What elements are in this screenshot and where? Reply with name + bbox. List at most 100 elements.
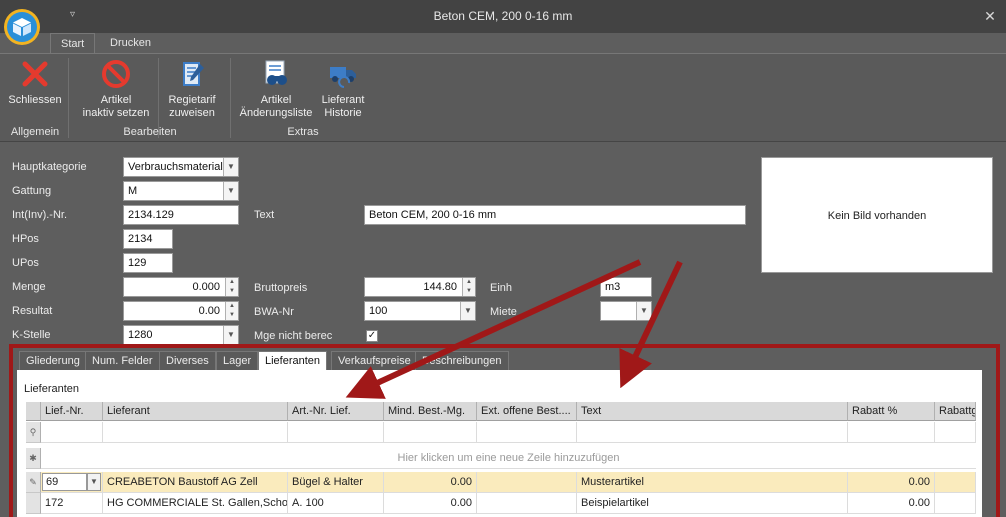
- table-row-cell[interactable]: 0.00: [384, 493, 477, 514]
- table-row-cell[interactable]: Beispielartikel: [577, 493, 848, 514]
- table-row-cell[interactable]: 69 ▼: [41, 472, 103, 493]
- ribbon-group-allgemein: Allgemein: [10, 126, 60, 138]
- table-row-cell[interactable]: [935, 493, 976, 514]
- chevron-down-icon[interactable]: ▼: [223, 158, 238, 176]
- einh-label: Einh: [490, 282, 513, 294]
- menge-field[interactable]: 0.000 ▲ ▼: [123, 277, 239, 297]
- ribbon-tab-start[interactable]: Start: [50, 33, 96, 53]
- tab-num-felder[interactable]: Num. Felder: [85, 351, 160, 371]
- table-row-cell[interactable]: HG COMMERCIALE St. Gallen,Scho: [103, 493, 288, 514]
- table-row-cell[interactable]: 0.00: [848, 472, 935, 493]
- table-row-cell[interactable]: [477, 472, 577, 493]
- table-row-cell[interactable]: [935, 472, 976, 493]
- chevron-down-icon[interactable]: ▼: [223, 182, 238, 200]
- miete-label: Miete: [490, 306, 517, 318]
- col-header-mind-best[interactable]: Mind. Best.-Mg.: [384, 402, 477, 421]
- text-field[interactable]: Beton CEM, 200 0-16 mm: [364, 205, 746, 225]
- table-row-cell[interactable]: 0.00: [384, 472, 477, 493]
- tab-lager[interactable]: Lager: [216, 351, 259, 371]
- ribbon-tab-drucken[interactable]: Drucken: [100, 33, 161, 53]
- tab-lieferanten[interactable]: Lieferanten: [258, 351, 328, 372]
- app-logo-icon[interactable]: [4, 9, 40, 45]
- assign-regie-label-2: zuweisen: [169, 107, 215, 119]
- int-nr-field[interactable]: 2134.129: [123, 205, 239, 225]
- new-row-hint[interactable]: Hier klicken um eine neue Zeile hinzuzuf…: [41, 448, 976, 469]
- image-placeholder[interactable]: Kein Bild vorhanden: [761, 157, 993, 273]
- ribbon-group-extras: Extras: [287, 126, 319, 138]
- table-row-cell[interactable]: 0.00: [848, 493, 935, 514]
- col-header-art-nr[interactable]: Art.-Nr. Lief.: [288, 402, 384, 421]
- close-icon: [22, 61, 48, 87]
- gattung-select[interactable]: M ▼: [123, 181, 239, 201]
- ribbon-group-bearbeiten: Bearbeiten: [123, 126, 177, 138]
- set-inactive-label-1: Artikel: [100, 94, 132, 106]
- close-button-label: Schliessen: [8, 94, 62, 106]
- resultat-value: 0.00: [198, 305, 220, 317]
- table-row-cell[interactable]: [477, 493, 577, 514]
- col-header-ext-offene[interactable]: Ext. offene Best....: [477, 402, 577, 421]
- filter-cell[interactable]: [384, 422, 477, 443]
- truck-history-icon: [330, 67, 356, 88]
- filter-cell[interactable]: [41, 422, 103, 443]
- col-header-text[interactable]: Text: [577, 402, 848, 421]
- spin-icon[interactable]: ▲ ▼: [225, 302, 238, 320]
- chevron-down-icon[interactable]: ▼: [87, 473, 101, 491]
- spin-icon[interactable]: ▲ ▼: [225, 278, 238, 296]
- hauptkategorie-value: Verbrauchsmaterial: [128, 161, 223, 173]
- chevron-down-icon[interactable]: ▼: [460, 302, 475, 320]
- table-row-cell[interactable]: Bügel & Halter: [288, 472, 384, 493]
- table-row-cell[interactable]: CREABETON Baustoff AG Zell: [103, 472, 288, 493]
- supplier-history-label-1: Lieferant: [321, 94, 365, 106]
- bruttopreis-value: 144.80: [423, 281, 457, 293]
- col-header-lieferant[interactable]: Lieferant: [103, 402, 288, 421]
- spin-icon[interactable]: ▲ ▼: [462, 278, 475, 296]
- tab-beschreibungen[interactable]: Beschreibungen: [415, 351, 509, 371]
- supplier-history-label-2: Historie: [324, 107, 362, 119]
- tab-gliederung[interactable]: Gliederung: [19, 351, 87, 371]
- ribbon-separator: [68, 58, 69, 138]
- filter-cell[interactable]: [477, 422, 577, 443]
- k-stelle-select[interactable]: 1280 ▼: [123, 325, 239, 345]
- ribbon-separator: [230, 58, 231, 138]
- col-header-rabatt[interactable]: Rabatt %: [848, 402, 935, 421]
- table-row-cell[interactable]: 172: [41, 493, 103, 514]
- filter-cell[interactable]: [103, 422, 288, 443]
- filter-cell[interactable]: [848, 422, 935, 443]
- edit-row-icon: ✎: [26, 472, 41, 493]
- window-close-icon[interactable]: ✕: [977, 5, 1003, 27]
- chevron-down-icon[interactable]: ▼: [223, 326, 238, 344]
- einh-field[interactable]: m3: [600, 277, 652, 297]
- resultat-field[interactable]: 0.00 ▲ ▼: [123, 301, 239, 321]
- table-row-cell[interactable]: A. 100: [288, 493, 384, 514]
- col-header-rabattg[interactable]: Rabattg: [935, 402, 976, 421]
- grid-header-indicator: [26, 402, 41, 421]
- col-header-lief-nr[interactable]: Lief.-Nr.: [41, 402, 103, 421]
- miete-select[interactable]: ▼: [600, 301, 652, 321]
- chevron-down-icon[interactable]: ▼: [636, 302, 651, 320]
- hauptkategorie-select[interactable]: Verbrauchsmaterial ▼: [123, 157, 239, 177]
- k-stelle-value: 1280: [128, 329, 153, 341]
- new-row-icon: ✱: [26, 448, 41, 469]
- set-inactive-button[interactable]: Artikel inaktiv setzen: [78, 58, 154, 120]
- lief-nr-editor[interactable]: 69: [42, 473, 87, 491]
- filter-row-icon: ⚲: [26, 422, 41, 443]
- hauptkategorie-label: Hauptkategorie: [12, 161, 87, 173]
- tab-diverses[interactable]: Diverses: [159, 351, 216, 371]
- upos-field[interactable]: 129: [123, 253, 173, 273]
- change-list-button[interactable]: Artikel Änderungsliste: [236, 58, 316, 120]
- menge-label: Menge: [12, 281, 46, 293]
- filter-cell[interactable]: [577, 422, 848, 443]
- bwa-nr-select[interactable]: 100 ▼: [364, 301, 476, 321]
- table-row-cell[interactable]: Musterartikel: [577, 472, 848, 493]
- assign-regie-button[interactable]: Regietarif zuweisen: [162, 58, 222, 120]
- grid-caption: Lieferanten: [24, 383, 80, 395]
- close-button[interactable]: Schliessen: [6, 58, 64, 107]
- hpos-field[interactable]: 2134: [123, 229, 173, 249]
- filter-cell[interactable]: [288, 422, 384, 443]
- filter-cell[interactable]: [935, 422, 976, 443]
- int-nr-label: Int(Inv).-Nr.: [12, 209, 68, 221]
- supplier-history-button[interactable]: Lieferant Historie: [316, 58, 370, 120]
- bruttopreis-field[interactable]: 144.80 ▲ ▼: [364, 277, 476, 297]
- mge-checkbox[interactable]: ✓: [366, 330, 378, 342]
- tab-verkaufspreise[interactable]: Verkaufspreise: [331, 351, 418, 371]
